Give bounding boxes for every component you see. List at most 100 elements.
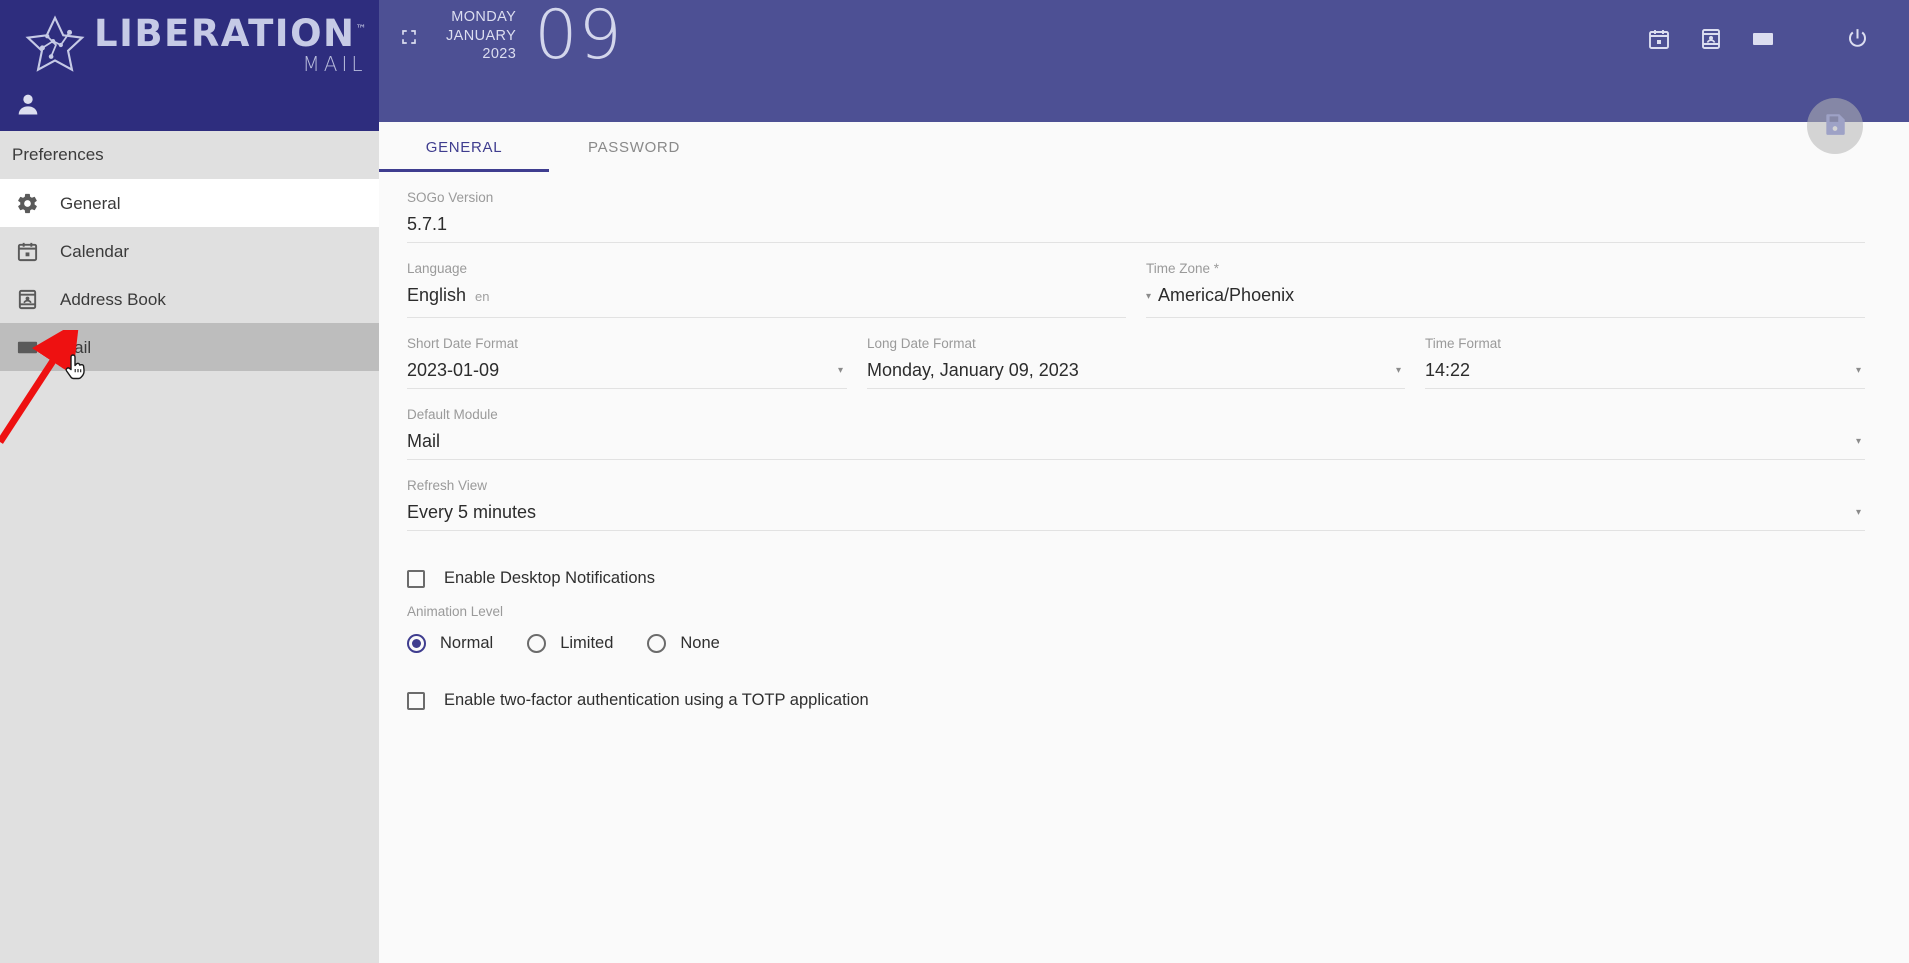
animation-level-label: Animation Level [407, 604, 504, 619]
checkbox-label: Enable Desktop Notifications [444, 569, 655, 587]
field-default-module[interactable]: Default Module Mail ▾ [407, 389, 1865, 460]
field-value: 5.7.1 [407, 214, 448, 234]
field-long-date-format[interactable]: Long Date Format Monday, January 09, 202… [867, 318, 1405, 389]
radio-option-limited[interactable]: Limited [527, 634, 613, 653]
chevron-down-icon[interactable]: ▾ [1396, 365, 1401, 376]
preferences-title: Preferences [0, 131, 379, 179]
field-label: Language [407, 261, 468, 276]
sidebar-item-label: Address Book [60, 289, 166, 309]
calendar-icon [12, 236, 42, 266]
date-month: JANUARY [446, 27, 517, 44]
field-value-wrap: ▾ America/Phoenix [1146, 284, 1865, 310]
save-button[interactable] [1807, 98, 1863, 154]
field-short-date-format[interactable]: Short Date Format 2023-01-09 ▾ [407, 318, 847, 389]
radio-unselected-icon[interactable] [647, 634, 667, 653]
field-label: SOGo Version [407, 190, 494, 205]
expand-fullscreen-icon[interactable] [396, 24, 422, 50]
mail-icon [1751, 27, 1775, 56]
field-label: Long Date Format [867, 336, 976, 351]
tab-label: PASSWORD [588, 138, 680, 156]
current-date-text: MONDAY JANUARY 2023 [446, 8, 516, 64]
chevron-down-icon[interactable]: ▾ [838, 365, 843, 376]
brand-product: MAIL [302, 51, 367, 76]
user-avatar-icon[interactable] [14, 90, 42, 123]
two-factor-checkbox-row[interactable]: Enable two-factor authentication using a… [379, 691, 1893, 710]
field-refresh-view[interactable]: Refresh View Every 5 minutes ▾ [407, 460, 1865, 531]
preferences-form: SOGo Version 5.7.1 Language English en T… [379, 172, 1909, 963]
address-book-icon [12, 284, 42, 314]
sign-out-button[interactable] [1831, 20, 1883, 62]
tab-general[interactable]: GENERAL [379, 122, 549, 172]
sidebar-item-label: General [60, 193, 121, 213]
checkbox-unchecked-icon[interactable] [407, 569, 425, 588]
form-row-language-timezone: Language English en Time Zone * ▾ Americ… [379, 243, 1893, 318]
app-root: LIBERATION™ MAIL Preferences General Cal… [0, 0, 1909, 963]
brand-name: LIBERATION™ [94, 11, 367, 55]
star-logo-icon [24, 13, 86, 75]
address-book-module-button[interactable] [1685, 20, 1737, 62]
preferences-title-label: Preferences [12, 145, 104, 164]
top-bar: MONDAY JANUARY 2023 09 [379, 0, 1909, 122]
date-day-number: 09 [534, 0, 623, 75]
address-book-icon [1699, 27, 1723, 56]
brand-header: LIBERATION™ MAIL [0, 0, 379, 131]
form-row-refresh-view: Refresh View Every 5 minutes ▾ [379, 460, 1893, 531]
date-year: 2023 [482, 46, 517, 62]
save-floppy-icon [1822, 111, 1848, 142]
tab-password[interactable]: PASSWORD [549, 122, 719, 172]
sidebar-item-mail[interactable]: Mail [0, 323, 379, 371]
top-bar-actions [1633, 20, 1909, 62]
chevron-down-icon[interactable]: ▾ [1856, 507, 1861, 518]
checkbox-unchecked-icon[interactable] [407, 691, 425, 710]
date-weekday: MONDAY [451, 9, 517, 25]
field-value: 2023-01-09 [407, 360, 500, 380]
required-marker: * [1213, 261, 1220, 276]
field-label: Default Module [407, 407, 498, 422]
brand-logo: LIBERATION™ MAIL [0, 0, 379, 75]
field-time-format[interactable]: Time Format 14:22 ▾ [1425, 318, 1865, 389]
radio-label: None [680, 634, 720, 652]
gear-icon [12, 188, 42, 218]
sidebar-item-label: Calendar [60, 241, 129, 261]
chevron-down-icon[interactable]: ▾ [1856, 436, 1861, 447]
brand-wordmark: LIBERATION™ MAIL [94, 15, 367, 74]
radio-label: Limited [560, 634, 614, 652]
field-value: America/Phoenix [1158, 285, 1295, 305]
field-value: 14:22 [1425, 360, 1471, 380]
field-value: English [407, 285, 467, 305]
tab-bar: GENERAL PASSWORD [379, 122, 1909, 172]
calendar-icon [1647, 27, 1671, 56]
calendar-module-button[interactable] [1633, 20, 1685, 62]
field-value: Mail [407, 431, 441, 451]
field-language[interactable]: Language English en [407, 243, 1126, 318]
field-label: Time Format [1425, 336, 1502, 351]
field-label: Short Date Format [407, 336, 519, 351]
form-row-date-formats: Short Date Format 2023-01-09 ▾ Long Date… [379, 318, 1893, 389]
chevron-down-icon[interactable]: ▾ [1146, 286, 1151, 308]
sidebar-item-address-book[interactable]: Address Book [0, 275, 379, 323]
tab-label: GENERAL [425, 138, 503, 156]
radio-option-none[interactable]: None [647, 634, 720, 653]
radio-option-normal[interactable]: Normal [407, 634, 493, 653]
animation-level-radio-group: Normal Limited None [379, 634, 1893, 653]
trademark-symbol: ™ [355, 22, 367, 36]
form-row-default-module: Default Module Mail ▾ [379, 389, 1893, 460]
field-label: Time Zone * [1146, 261, 1220, 276]
sidebar-item-calendar[interactable]: Calendar [0, 227, 379, 275]
field-value-wrap: English en [407, 284, 1126, 308]
field-value: Monday, January 09, 2023 [867, 360, 1079, 380]
field-value: Every 5 minutes [407, 502, 537, 522]
desktop-notifications-checkbox-row[interactable]: Enable Desktop Notifications [379, 569, 1893, 588]
power-icon [1845, 26, 1870, 56]
radio-selected-icon[interactable] [407, 634, 426, 653]
sidebar-item-label: Mail [60, 337, 92, 357]
sidebar-item-general[interactable]: General [0, 179, 379, 227]
form-row-sogo-version: SOGo Version 5.7.1 [379, 172, 1893, 243]
language-code: en [475, 289, 490, 304]
field-time-zone[interactable]: Time Zone * ▾ America/Phoenix [1146, 243, 1865, 318]
chevron-down-icon[interactable]: ▾ [1856, 365, 1861, 376]
mail-icon [12, 332, 42, 362]
left-panel: LIBERATION™ MAIL Preferences General Cal… [0, 0, 379, 963]
mail-module-button[interactable] [1737, 20, 1789, 62]
radio-unselected-icon[interactable] [527, 634, 547, 653]
